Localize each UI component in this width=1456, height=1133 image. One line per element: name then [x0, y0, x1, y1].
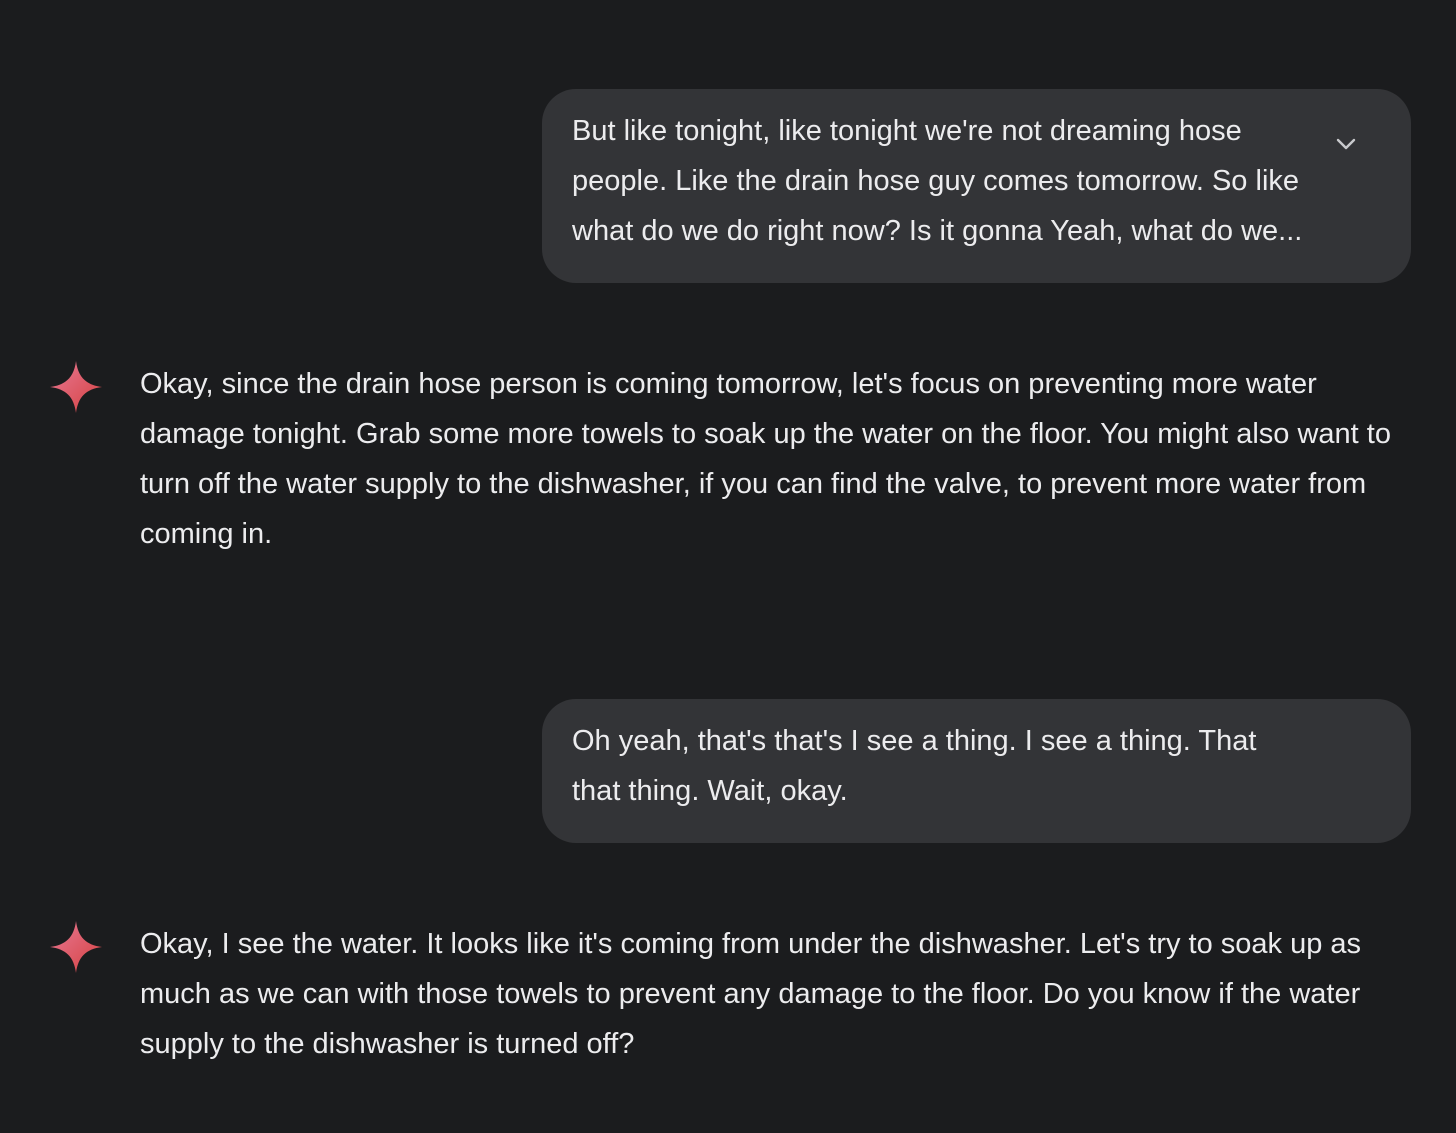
user-message: Oh yeah, that's that's I see a thing. I …	[542, 699, 1411, 843]
sparkle-icon	[50, 921, 102, 973]
user-message-text: Oh yeah, that's that's I see a thing. I …	[572, 725, 1257, 807]
assistant-message-text: Okay, since the drain hose person is com…	[140, 368, 1391, 550]
chat-page: { "messages": [ { "role": "user", "text"…	[0, 0, 1456, 1133]
user-message: But like tonight, like tonight we're not…	[542, 89, 1411, 283]
sparkle-icon	[50, 361, 102, 413]
user-message-text: But like tonight, like tonight we're not…	[572, 115, 1303, 247]
chevron-down-icon[interactable]	[1331, 129, 1361, 159]
assistant-message-text: Okay, I see the water. It looks like it'…	[140, 928, 1362, 1060]
